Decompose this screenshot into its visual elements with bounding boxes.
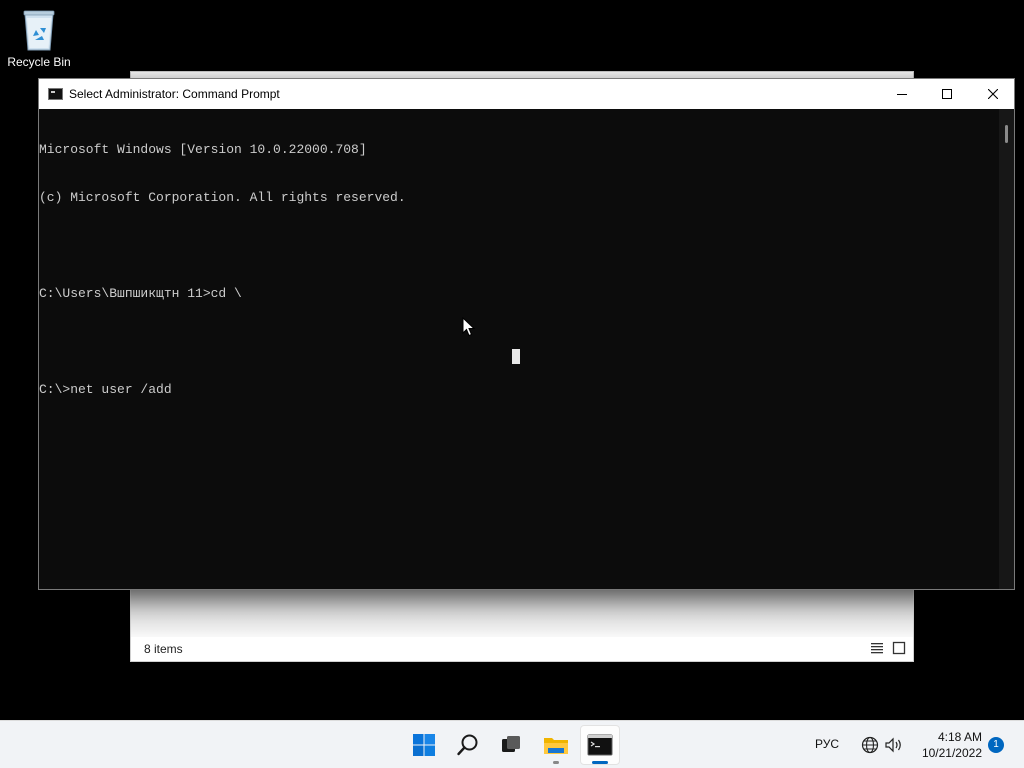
console-line: C:\>net user /add <box>39 382 172 397</box>
scrollbar-thumb[interactable] <box>1005 125 1008 143</box>
active-indicator <box>592 761 608 764</box>
tiles-view-icon[interactable] <box>892 641 906 655</box>
clock-date: 10/21/2022 <box>921 746 982 760</box>
explorer-status-bar: 8 items <box>131 637 913 661</box>
search-icon <box>457 734 478 756</box>
close-button[interactable] <box>970 79 1016 109</box>
recycle-bin-icon <box>23 10 55 51</box>
task-view-icon <box>502 736 520 752</box>
notification-badge[interactable]: 1 <box>988 737 1004 753</box>
close-icon <box>988 89 998 99</box>
search-button[interactable] <box>448 725 488 765</box>
minimize-button[interactable] <box>879 79 925 109</box>
volume-icon[interactable] <box>884 735 904 755</box>
desktop-icon-recycle-bin[interactable]: Recycle Bin <box>4 6 74 69</box>
console-line: C:\Users\Вшпшикщтн 11>cd \ <box>39 286 242 301</box>
network-icon[interactable] <box>860 735 880 755</box>
maximize-button[interactable] <box>924 79 970 109</box>
taskbar-command-prompt[interactable] <box>580 725 620 765</box>
mouse-pointer-icon <box>462 317 476 337</box>
command-prompt-icon <box>587 734 613 756</box>
console-line: (c) Microsoft Corporation. All rights re… <box>39 190 406 205</box>
details-view-icon[interactable] <box>870 641 884 655</box>
task-view-button[interactable] <box>491 725 531 765</box>
vertical-scrollbar[interactable] <box>999 109 1014 589</box>
minimize-icon <box>897 94 907 95</box>
taskbar: РУС 4:18 AM 10/21/2022 1 <box>0 720 1024 768</box>
item-count: 8 items <box>144 642 183 656</box>
start-icon <box>413 734 435 756</box>
explorer-content-area <box>131 590 913 642</box>
desktop: Recycle Bin 8 items Select Administrator… <box>0 0 1024 720</box>
start-button[interactable] <box>404 725 444 765</box>
window-title: Select Administrator: Command Prompt <box>69 87 280 101</box>
command-prompt-window[interactable]: Select Administrator: Command Prompt Mic… <box>38 78 1015 590</box>
running-indicator <box>553 761 559 764</box>
cmd-titlebar[interactable]: Select Administrator: Command Prompt <box>39 79 1014 109</box>
system-clock[interactable]: 4:18 AM 10/21/2022 <box>912 729 982 761</box>
maximize-icon <box>942 89 952 99</box>
desktop-icon-label: Recycle Bin <box>7 55 71 69</box>
input-language[interactable]: РУС <box>815 737 839 751</box>
console-line: Microsoft Windows [Version 10.0.22000.70… <box>39 142 367 157</box>
clock-time: 4:18 AM <box>937 730 982 744</box>
taskbar-file-explorer[interactable] <box>536 725 576 765</box>
command-prompt-icon <box>48 88 63 100</box>
text-cursor <box>512 349 520 364</box>
file-explorer-icon <box>544 738 568 754</box>
